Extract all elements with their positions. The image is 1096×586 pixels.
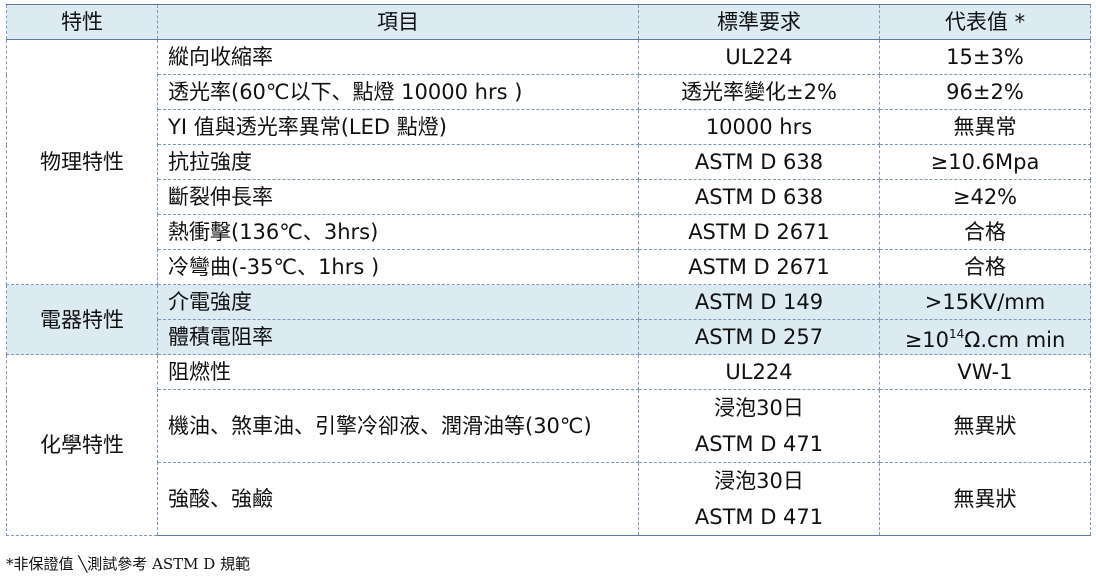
header-characteristic: 特性 — [6, 4, 158, 40]
row-standard: 浸泡30日 ASTM D 471 — [638, 462, 880, 536]
table-row: YI 值與透光率異常(LED 點燈) 10000 hrs 無異常 — [7, 109, 1091, 145]
table-row: 強酸、強鹼 浸泡30日 ASTM D 471 無異狀 — [7, 462, 1091, 536]
row-item: 縱向收縮率 — [157, 39, 639, 75]
row-item: 阻燃性 — [157, 354, 639, 390]
row-item: YI 值與透光率異常(LED 點燈) — [157, 109, 639, 145]
group-physical: 物理特性 — [6, 39, 158, 285]
standard-line-2: ASTM D 471 — [694, 432, 824, 456]
footnote: *非保證值 ╲測試參考 ASTM D 規範 — [6, 555, 251, 573]
row-value: >15KV/mm — [879, 284, 1091, 320]
table-row: 機油、煞車油、引擎冷卻液、潤滑油等(30℃) 浸泡30日 ASTM D 471 … — [7, 389, 1091, 463]
table-row: 斷裂伸長率 ASTM D 638 ≥42% — [7, 179, 1091, 215]
table-row: 電器特性 介電強度 ASTM D 149 >15KV/mm — [6, 284, 1091, 355]
value-base: ≥10 — [904, 328, 950, 352]
row-value: 合格 — [879, 249, 1091, 285]
value-exponent: 14 — [949, 327, 965, 341]
group-chemical: 化學特性 — [6, 354, 158, 536]
row-value: ≥42% — [879, 179, 1091, 215]
row-value: ≥1014Ω.cm min — [879, 319, 1091, 355]
row-item: 透光率(60℃以下、點燈 10000 hrs ) — [157, 74, 639, 110]
spec-table: 特性 項目 標準要求 代表值 * 物理特性 縱向收縮率 UL224 15±3% … — [6, 4, 1091, 536]
row-standard: ASTM D 2671 — [638, 214, 880, 250]
standard-line-2: ASTM D 471 — [694, 505, 824, 529]
row-item: 熱衝擊(136℃、3hrs) — [157, 214, 639, 250]
table-row: 熱衝擊(136℃、3hrs) ASTM D 2671 合格 — [7, 214, 1091, 250]
group-electrical: 電器特性 — [6, 284, 158, 355]
header-row: 特性 項目 標準要求 代表值 * — [6, 4, 1091, 40]
row-standard: 透光率變化±2% — [638, 74, 880, 110]
row-standard: UL224 — [638, 39, 880, 75]
row-item: 體積電阻率 — [157, 319, 639, 355]
row-item: 斷裂伸長率 — [157, 179, 639, 215]
row-value: 96±2% — [879, 74, 1091, 110]
value-unit: Ω.cm min — [964, 328, 1066, 352]
table-row: 透光率(60℃以下、點燈 10000 hrs ) 透光率變化±2% 96±2% — [7, 74, 1091, 110]
row-standard: ASTM D 638 — [638, 179, 880, 215]
row-standard: 10000 hrs — [638, 109, 880, 145]
row-standard: ASTM D 638 — [638, 144, 880, 180]
table-row: 物理特性 縱向收縮率 UL224 15±3% — [6, 39, 1091, 285]
table-row: 體積電阻率 ASTM D 257 ≥1014Ω.cm min — [7, 319, 1091, 355]
header-standard: 標準要求 — [638, 4, 880, 40]
row-value: 合格 — [879, 214, 1091, 250]
row-standard: ASTM D 257 — [638, 319, 880, 355]
header-typical-value: 代表值 * — [879, 4, 1091, 40]
row-value: 無異常 — [879, 109, 1091, 145]
row-standard: UL224 — [638, 354, 880, 390]
row-value: 15±3% — [879, 39, 1091, 75]
row-item: 冷彎曲(-35℃、1hrs ) — [157, 249, 639, 285]
row-standard: ASTM D 149 — [638, 284, 880, 320]
row-value: VW-1 — [879, 354, 1091, 390]
header-item: 項目 — [157, 4, 639, 40]
standard-line-1: 浸泡30日 — [714, 469, 804, 493]
row-standard: ASTM D 2671 — [638, 249, 880, 285]
row-standard: 浸泡30日 ASTM D 471 — [638, 389, 880, 463]
row-item: 抗拉強度 — [157, 144, 639, 180]
row-value: ≥10.6Mpa — [879, 144, 1091, 180]
table-row: 化學特性 阻燃性 UL224 VW-1 — [6, 354, 1091, 536]
row-value: 無異狀 — [879, 389, 1091, 463]
table-row: 冷彎曲(-35℃、1hrs ) ASTM D 2671 合格 — [7, 249, 1091, 285]
table-row: 抗拉強度 ASTM D 638 ≥10.6Mpa — [7, 144, 1091, 180]
row-item: 機油、煞車油、引擎冷卻液、潤滑油等(30℃) — [157, 389, 639, 463]
row-item: 介電強度 — [157, 284, 639, 320]
standard-line-1: 浸泡30日 — [714, 396, 804, 420]
row-item: 強酸、強鹼 — [157, 462, 639, 536]
row-value: 無異狀 — [879, 462, 1091, 536]
